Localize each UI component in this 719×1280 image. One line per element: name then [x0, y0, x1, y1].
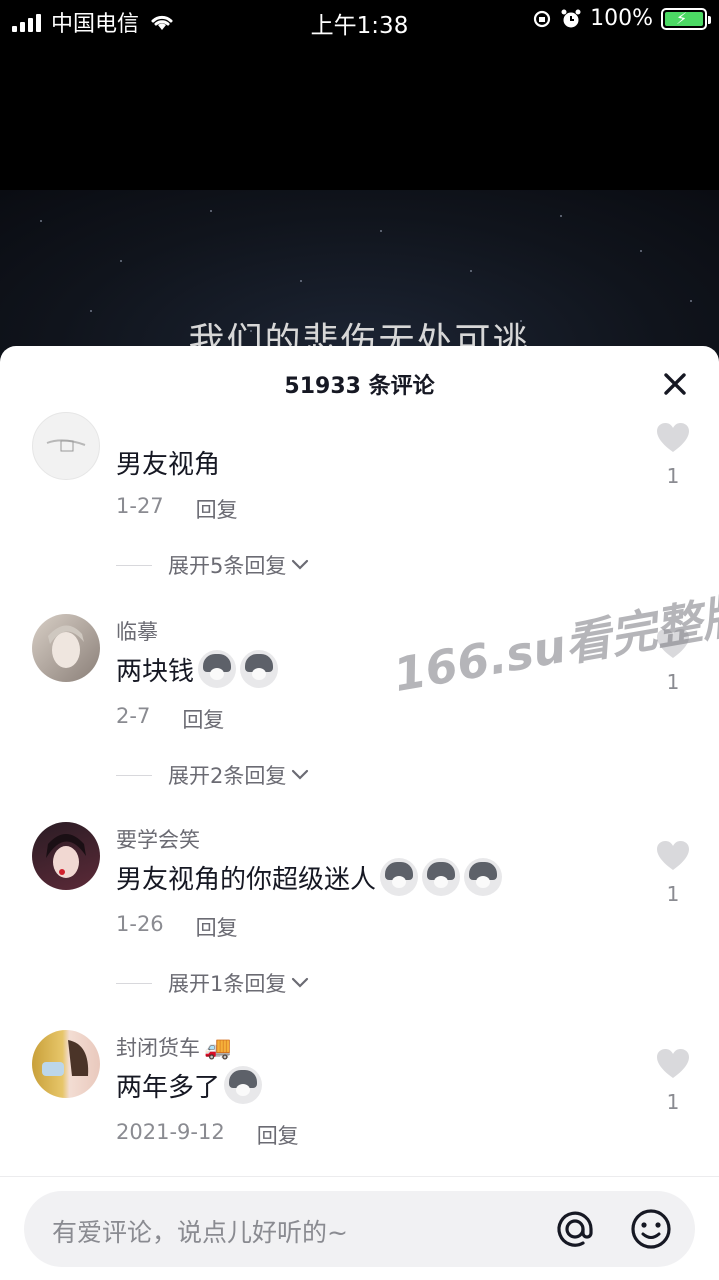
comment-input-placeholder[interactable]: 有爱评论，说点儿好听的~: [52, 1213, 348, 1249]
like-button[interactable]: 1: [655, 840, 691, 906]
comment-username[interactable]: 临摹: [116, 616, 158, 646]
like-button[interactable]: 1: [655, 422, 691, 488]
wolf-emoji-icon: [422, 858, 461, 896]
chevron-down-icon: [292, 559, 309, 570]
comment-text-label: 男友视角的你超级迷人: [116, 864, 377, 895]
wolf-emoji-icon: [464, 858, 503, 896]
rotation-lock-icon: [533, 10, 551, 27]
expand-replies-button[interactable]: 展开1条回复: [116, 968, 310, 998]
close-icon[interactable]: [657, 366, 693, 402]
like-count: 1: [666, 882, 680, 906]
expand-replies-label: 展开5条回复: [168, 554, 287, 578]
expand-replies-label: 展开1条回复: [168, 972, 287, 996]
comment-item: 封闭货车 🚚 两年多了 2021-9-12 回复 1: [0, 1028, 719, 1168]
expand-replies-button[interactable]: 展开5条回复: [116, 550, 310, 580]
reply-button[interactable]: 回复: [257, 1120, 299, 1150]
comment-date: 1-27: [116, 494, 164, 518]
comment-meta: 1-27 回复: [116, 494, 238, 524]
comment-text-label: 两块钱: [116, 656, 195, 687]
like-count: 1: [666, 464, 680, 488]
comment-meta: 1-26 回复: [116, 912, 238, 942]
battery-percent: 100%: [590, 6, 653, 31]
comment-item: 男友视角 1-27 回复 1 展开5条回复: [0, 402, 719, 592]
comment-item: 要学会笑 男友视角的你超级迷人 1-26 回复 1 展开1条回复: [0, 820, 719, 1010]
comment-text: 两年多了: [116, 1066, 263, 1104]
like-count: 1: [666, 1090, 680, 1114]
status-bar: 中国电信 上午1:38 100% ⚡: [0, 0, 719, 40]
comment-text-label: 两年多了: [116, 1072, 221, 1103]
expand-replies-label: 展开2条回复: [168, 764, 287, 788]
comment-text: 两块钱: [116, 650, 279, 688]
smile-icon[interactable]: [629, 1207, 673, 1251]
avatar[interactable]: [32, 822, 100, 890]
reply-button[interactable]: 回复: [196, 494, 238, 524]
wolf-emoji-icon: [240, 650, 279, 688]
status-right: 100% ⚡: [532, 6, 711, 31]
chevron-down-icon: [292, 977, 309, 988]
comment-sheet: 51933 条评论 男友视角 1-27 回复 1 展开5条回复 临摹 两块钱 2…: [0, 346, 719, 1280]
at-icon[interactable]: [553, 1207, 597, 1251]
comment-meta: 2021-9-12 回复: [116, 1120, 299, 1150]
heart-icon[interactable]: [655, 1048, 691, 1080]
comment-date: 2-7: [116, 704, 151, 728]
wolf-emoji-icon: [380, 858, 419, 896]
alarm-icon: [561, 9, 581, 27]
wolf-emoji-icon: [224, 1066, 263, 1104]
comment-date: 1-26: [116, 912, 164, 936]
comment-date: 2021-9-12: [116, 1120, 225, 1144]
heart-icon[interactable]: [655, 422, 691, 454]
comment-username[interactable]: 要学会笑: [116, 824, 200, 854]
reply-button[interactable]: 回复: [196, 912, 238, 942]
heart-icon[interactable]: [655, 840, 691, 872]
comment-text: 男友视角的你超级迷人: [116, 858, 503, 896]
chevron-down-icon: [292, 769, 309, 780]
comment-meta: 2-7 回复: [116, 704, 224, 734]
avatar[interactable]: [32, 412, 100, 480]
wolf-emoji-icon: [198, 650, 237, 688]
truck-emoji-icon: 🚚: [204, 1036, 232, 1061]
username-label: 封闭货车: [116, 1036, 200, 1060]
battery-icon: ⚡: [661, 7, 711, 30]
expand-replies-button[interactable]: 展开2条回复: [116, 760, 310, 790]
comment-text: 男友视角: [116, 450, 221, 480]
like-count: 1: [666, 670, 680, 694]
like-button[interactable]: 1: [655, 1048, 691, 1114]
avatar[interactable]: [32, 1030, 100, 1098]
comment-username[interactable]: 封闭货车 🚚: [116, 1032, 231, 1062]
comment-count-title: 51933 条评论: [284, 374, 435, 399]
comment-input[interactable]: 有爱评论，说点儿好听的~: [24, 1191, 695, 1267]
reply-button[interactable]: 回复: [182, 704, 224, 734]
comment-input-bar: 有爱评论，说点儿好听的~: [0, 1176, 719, 1280]
avatar[interactable]: [32, 614, 100, 682]
